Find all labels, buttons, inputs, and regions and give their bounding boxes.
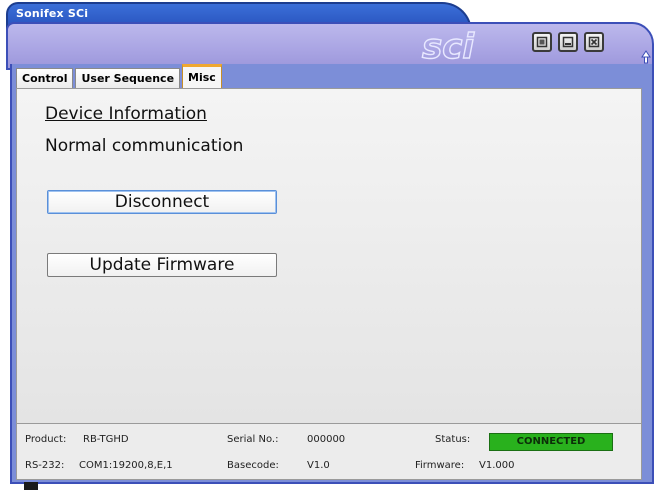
status-label: Status: — [435, 434, 471, 445]
section-title: Device Information — [45, 104, 207, 124]
svg-text:sci: sci — [422, 27, 475, 66]
rs232-label: RS-232: — [25, 460, 65, 471]
tab-user-sequence[interactable]: User Sequence — [75, 68, 181, 88]
sci-logo: sci — [421, 26, 476, 66]
restore-button[interactable] — [532, 32, 552, 52]
header-band: sci — [6, 22, 654, 70]
minimize-icon — [562, 36, 574, 48]
serial-label: Serial No.: — [227, 434, 279, 445]
product-value: RB-TGHD — [83, 434, 129, 445]
status-badge: CONNECTED — [489, 433, 613, 451]
rs232-value: COM1:19200,8,E,1 — [79, 460, 173, 471]
minimize-button[interactable] — [558, 32, 578, 52]
product-label: Product: — [25, 434, 67, 445]
scroll-arrow-icon[interactable] — [641, 50, 651, 64]
serial-value: 000000 — [307, 434, 346, 445]
window-title: Sonifex SCi — [16, 7, 89, 20]
firmware-value: V1.000 — [479, 460, 515, 471]
close-button[interactable] — [584, 32, 604, 52]
basecode-label: Basecode: — [227, 460, 279, 471]
status-bar: Product: RB-TGHD Serial No.: 000000 Stat… — [16, 424, 642, 480]
corner-mark — [24, 482, 38, 490]
close-icon — [588, 36, 600, 48]
communication-status: Normal communication — [45, 136, 244, 156]
firmware-label: Firmware: — [415, 460, 465, 471]
tab-bar: Control User Sequence Misc — [16, 64, 224, 88]
misc-panel: Device Information Normal communication … — [16, 88, 642, 424]
app-window: Sonifex SCi sci Control User Sequence Mi… — [6, 2, 654, 488]
update-firmware-button[interactable]: Update Firmware — [47, 253, 277, 277]
disconnect-button[interactable]: Disconnect — [47, 190, 277, 214]
tab-misc[interactable]: Misc — [182, 64, 222, 88]
basecode-value: V1.0 — [307, 460, 330, 471]
restore-icon — [536, 36, 548, 48]
tab-control[interactable]: Control — [16, 68, 74, 88]
